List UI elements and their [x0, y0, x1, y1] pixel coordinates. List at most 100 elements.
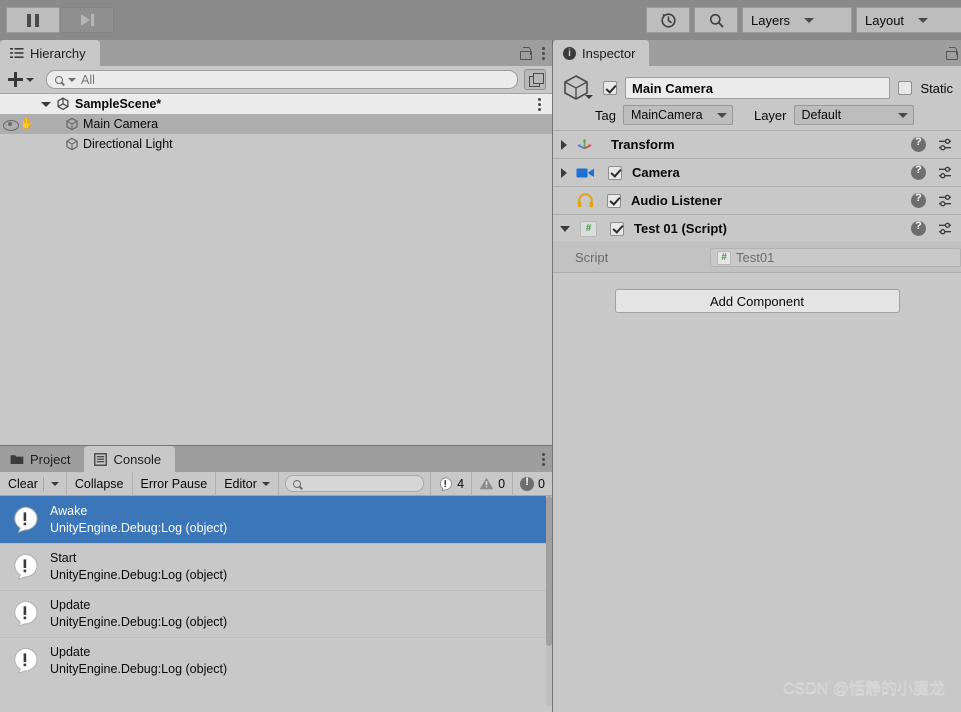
camera-icon	[576, 168, 594, 177]
hierarchy-row-main-camera[interactable]: ✋ Main Camera	[0, 114, 552, 134]
eye-icon[interactable]	[3, 119, 19, 131]
component-enabled-checkbox[interactable]	[610, 221, 624, 236]
component-name: Test 01 (Script)	[634, 221, 727, 236]
layer-value: Default	[801, 108, 842, 122]
lock-icon[interactable]	[945, 46, 958, 60]
transform-icon	[577, 138, 592, 150]
tag-layer-row: Tag MainCamera Layer Default	[553, 102, 961, 130]
visibility-gutter	[0, 134, 36, 154]
log-entry[interactable]: Update UnityEngine.Debug:Log (object)	[0, 590, 552, 637]
chevron-down-icon	[261, 481, 270, 486]
console-log-list[interactable]: Awake UnityEngine.Debug:Log (object) Sta…	[0, 496, 552, 706]
script-field-label: Script	[575, 250, 609, 265]
log-stack: UnityEngine.Debug:Log (object)	[50, 567, 228, 582]
gameobject-cube-icon	[66, 117, 78, 131]
log-entry-text: Update UnityEngine.Debug:Log (object)	[50, 644, 227, 678]
pause-button[interactable]	[6, 7, 60, 33]
static-checkbox[interactable]	[898, 81, 913, 95]
unity-scene-icon	[57, 97, 69, 111]
log-entry[interactable]: Update UnityEngine.Debug:Log (object)	[0, 637, 552, 684]
chevron-down-icon[interactable]	[560, 225, 570, 232]
inspector-panel: i Inspector Main Camera Static Tag MainC…	[553, 40, 961, 712]
lock-icon[interactable]	[519, 46, 532, 60]
log-entry[interactable]: Start UnityEngine.Debug:Log (object)	[0, 543, 552, 590]
editor-dropdown-button[interactable]: Editor	[216, 471, 279, 496]
layer-dropdown[interactable]: Default	[793, 105, 914, 125]
component-menu-icon[interactable]	[938, 222, 953, 235]
component-menu-icon[interactable]	[938, 166, 953, 179]
warning-count[interactable]: 0	[471, 471, 512, 496]
help-icon[interactable]	[911, 220, 926, 236]
collapse-label: Collapse	[74, 476, 124, 491]
chevron-down-icon	[68, 77, 76, 82]
warning-count-value: 0	[498, 476, 506, 491]
step-button[interactable]	[60, 7, 114, 33]
log-entry[interactable]: Awake UnityEngine.Debug:Log (object)	[0, 496, 552, 543]
hierarchy-tabbar: Hierarchy	[0, 40, 552, 66]
create-gameobject-button[interactable]	[6, 72, 36, 87]
script-object-field[interactable]: # Test01	[710, 248, 961, 267]
inspector-empty-area	[553, 329, 961, 669]
undo-history-button[interactable]	[646, 7, 690, 33]
component-header-camera[interactable]: Camera	[553, 158, 961, 186]
log-entry-text: Start UnityEngine.Debug:Log (object)	[50, 550, 227, 584]
console-menu-button[interactable]	[539, 452, 548, 466]
hierarchy-row-scene[interactable]: SampleScene*	[0, 94, 552, 114]
component-header-test01-script[interactable]: # Test 01 (Script)	[553, 214, 961, 242]
help-icon[interactable]	[911, 136, 926, 152]
hierarchy-view-options-button[interactable]	[524, 69, 546, 90]
component-enabled-checkbox[interactable]	[607, 193, 621, 208]
log-entry-text: Update UnityEngine.Debug:Log (object)	[50, 597, 227, 631]
component-menu-icon[interactable]	[938, 194, 953, 207]
search-button[interactable]	[694, 7, 738, 33]
object-enabled-checkbox[interactable]	[603, 81, 617, 95]
object-name-input[interactable]: Main Camera	[625, 77, 891, 99]
chevron-right-icon[interactable]	[561, 139, 567, 150]
chevron-right-icon[interactable]	[561, 167, 567, 178]
tab-console[interactable]: Console	[84, 446, 176, 472]
hierarchy-row-directional-light[interactable]: Directional Light	[0, 134, 552, 154]
scene-menu-button[interactable]	[535, 98, 544, 111]
hierarchy-menu-button[interactable]	[539, 46, 548, 60]
chevron-down-icon	[26, 77, 34, 82]
collapse-button[interactable]: Collapse	[67, 471, 133, 496]
hierarchy-panel: Hierarchy All SampleScene* ✋ Main Camera…	[0, 40, 552, 446]
error-pause-button[interactable]: Error Pause	[133, 471, 217, 496]
panel-divider-vertical[interactable]	[552, 40, 553, 712]
add-component-button[interactable]: Add Component	[614, 289, 900, 313]
info-count-value: 0	[538, 476, 545, 491]
error-icon	[438, 476, 453, 491]
chevron-down-icon[interactable]	[41, 101, 51, 107]
component-header-audio-listener[interactable]: Audio Listener	[553, 186, 961, 214]
console-tab-actions	[539, 446, 548, 472]
tag-label: Tag	[595, 107, 616, 123]
tag-dropdown[interactable]: MainCamera	[622, 105, 733, 125]
hierarchy-search-input[interactable]: All	[46, 70, 518, 89]
layers-dropdown[interactable]: Layers	[742, 7, 852, 33]
component-actions	[911, 136, 953, 152]
help-icon[interactable]	[911, 192, 926, 208]
log-message-icon	[10, 505, 40, 535]
tab-inspector[interactable]: i Inspector	[553, 40, 650, 66]
component-enabled-checkbox[interactable]	[608, 165, 622, 180]
layout-dropdown[interactable]: Layout	[856, 7, 961, 33]
console-panel: Project Console Clear Collapse Error Pau…	[0, 446, 552, 712]
info-icon: i	[563, 46, 576, 60]
clear-button[interactable]: Clear	[0, 472, 43, 496]
error-count[interactable]: 4	[430, 471, 471, 496]
component-menu-icon[interactable]	[938, 138, 953, 151]
console-search-input[interactable]	[284, 475, 425, 492]
component-header-transform[interactable]: Transform	[553, 130, 961, 158]
log-message: Update	[50, 597, 91, 612]
tab-project-label: Project	[30, 451, 71, 467]
hand-pickability-icon[interactable]: ✋	[20, 118, 34, 130]
script-icon: #	[580, 220, 597, 237]
panel-divider-horizontal[interactable]	[0, 445, 552, 446]
tab-hierarchy[interactable]: Hierarchy	[0, 40, 100, 66]
info-count[interactable]: 0	[512, 471, 552, 496]
tab-project[interactable]: Project	[0, 446, 85, 472]
clear-dropdown-button[interactable]	[44, 471, 67, 496]
help-icon[interactable]	[911, 164, 926, 180]
log-entry-text: Awake UnityEngine.Debug:Log (object)	[50, 503, 227, 537]
chevron-down-icon[interactable]	[585, 94, 593, 99]
